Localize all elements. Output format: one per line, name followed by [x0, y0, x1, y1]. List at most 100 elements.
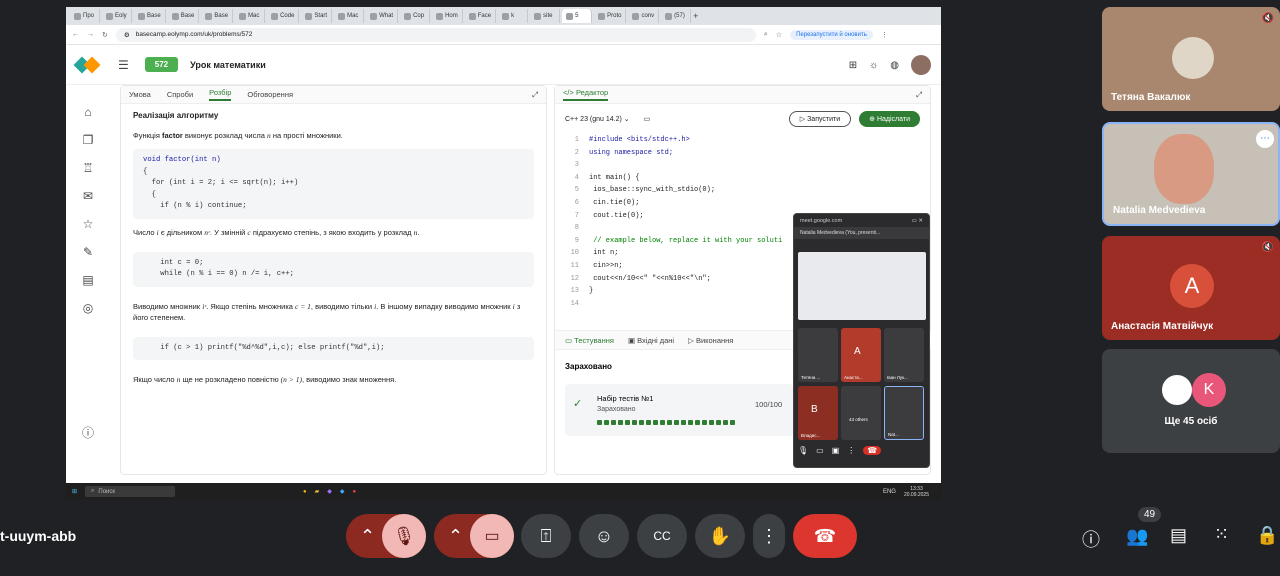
menu-icon[interactable]: ⋮ [881, 31, 888, 39]
hangup-icon[interactable]: ☎ [863, 446, 882, 455]
courses-icon[interactable]: ✉ [83, 189, 93, 203]
host-controls-icon[interactable]: 🔒 [1256, 525, 1278, 546]
browser-tab[interactable]: Hom [432, 9, 463, 23]
edit-icon[interactable]: ✎ [83, 245, 93, 259]
expand-icon[interactable]: ⤢ [916, 90, 922, 100]
problems-icon[interactable]: ❐ [83, 133, 94, 147]
tab-testing[interactable]: ▭ Тестування [565, 336, 614, 345]
expand-icon[interactable]: ⤢ [532, 90, 538, 100]
browser-tab[interactable]: Code [267, 9, 300, 23]
present-button[interactable]: ⍐ [521, 514, 571, 558]
forward-icon[interactable]: → [87, 31, 94, 38]
opera-icon[interactable]: ● [353, 489, 357, 495]
pip-controls-icon[interactable]: ▭ ✕ [912, 218, 923, 224]
chrome-icon[interactable]: ● [303, 489, 307, 495]
mic-icon[interactable]: 🎙 [798, 446, 808, 455]
browser-tab[interactable]: Proto [594, 9, 627, 23]
taskbar-search[interactable]: ⌕ Поиск [85, 486, 176, 497]
tab-editorial[interactable]: Розбір [209, 88, 232, 101]
vscode-icon[interactable]: ◆ [340, 488, 345, 495]
mic-options-chevron-icon[interactable]: ⌃ [360, 526, 375, 547]
trophy-icon[interactable]: ♖ [83, 161, 94, 175]
browser-tab[interactable]: Про [70, 9, 100, 23]
hamburger-icon[interactable]: ☰ [118, 58, 129, 72]
relaunch-button[interactable]: Перезапустити й оновить [790, 29, 873, 40]
submit-button[interactable]: ⊕ Надіслати [859, 111, 920, 127]
star-icon[interactable]: ☆ [83, 217, 94, 231]
participant-tile[interactable]: 🔇 Тетяна Вакалюк [1102, 7, 1280, 111]
tab-execution[interactable]: ▷ Виконання [688, 336, 733, 345]
browser-tab[interactable]: Base [134, 9, 166, 23]
pip-tile[interactable]: A Анаста... [841, 328, 881, 382]
more-icon[interactable]: ⋮ [847, 446, 855, 455]
browser-tab[interactable]: conv [628, 9, 660, 23]
captions-button[interactable]: CC [637, 514, 687, 558]
tab-discussion[interactable]: Обговорення [247, 90, 293, 99]
more-options-button[interactable]: ⋮ [753, 514, 785, 558]
folder-icon[interactable]: ▭ [644, 115, 651, 123]
emoji-button[interactable]: ☺ [579, 514, 629, 558]
bookmark-icon[interactable]: ☆ [776, 31, 782, 39]
clock[interactable]: 13:33 20.09.2025 [904, 486, 929, 498]
browser-tab[interactable]: Start [301, 9, 333, 23]
windows-icon[interactable]: ⊞ [72, 488, 77, 495]
more-icon[interactable]: ⋯ [1256, 130, 1274, 148]
tab-input[interactable]: ▣ Вхідні дані [628, 336, 674, 345]
eolymp-logo[interactable] [73, 52, 101, 78]
back-icon[interactable]: ← [72, 31, 79, 38]
vs-icon[interactable]: ◆ [327, 488, 332, 495]
apps-icon[interactable]: ⊞ [849, 60, 857, 71]
activities-icon[interactable]: ⁙ [1214, 524, 1229, 545]
browser-tab[interactable]: (57) [661, 9, 692, 23]
store-icon[interactable]: ▤ [82, 273, 93, 287]
browser-tab[interactable]: Base [201, 9, 234, 23]
camera-icon[interactable]: ▭ [816, 446, 824, 455]
camera-off-icon[interactable]: ▭ [470, 514, 514, 558]
compiler-select[interactable]: C++ 23 (gnu 14.2) ⌄ [565, 115, 630, 123]
pip-tile[interactable]: 43 others [841, 386, 881, 440]
language-icon[interactable]: ◍ [890, 60, 899, 71]
browser-tab[interactable]: What [366, 9, 399, 23]
gamepad-icon[interactable]: ◎ [83, 301, 93, 315]
browser-tab[interactable]: Cop [400, 9, 431, 23]
browser-tab-active[interactable]: 5 [562, 9, 593, 23]
camera-options-chevron-icon[interactable]: ⌃ [448, 526, 463, 547]
explorer-icon[interactable]: ▰ [315, 488, 320, 495]
participant-tile[interactable]: ⋯ Natalia Medvedieva [1102, 122, 1280, 226]
leave-call-button[interactable]: ☎ [793, 514, 857, 558]
zoom-icon[interactable]: ⌕ [764, 31, 768, 39]
pip-tile[interactable]: Nat... [884, 386, 924, 440]
mic-off-icon[interactable]: 🎙 [382, 514, 426, 558]
tab-attempts[interactable]: Спроби [167, 90, 193, 99]
browser-tab[interactable]: Face [465, 9, 497, 23]
participant-tile[interactable]: A 🔇 Анастасія Матвійчук [1102, 236, 1280, 340]
avatar[interactable] [911, 55, 931, 75]
browser-tab[interactable]: k [498, 9, 529, 23]
pip-tile[interactable]: Тетяна ... [798, 328, 838, 382]
browser-tab[interactable]: Mac [235, 9, 266, 23]
tab-editor[interactable]: </> Редактор [563, 88, 609, 101]
browser-tab[interactable]: Eoly [102, 9, 132, 23]
others-tile[interactable]: K Ще 45 осіб [1102, 349, 1280, 453]
tab-statement[interactable]: Умова [129, 90, 151, 99]
new-tab-icon[interactable]: + [693, 11, 698, 21]
home-icon[interactable]: ⌂ [84, 105, 91, 119]
pip-tile[interactable]: Іван Лук... [884, 328, 924, 382]
reload-icon[interactable]: ↻ [102, 31, 108, 39]
browser-tab[interactable]: Mac [334, 9, 365, 23]
pip-tile[interactable]: B Владис... [798, 386, 838, 440]
browser-tab[interactable]: site [530, 9, 561, 23]
browser-tab[interactable]: Base [168, 9, 200, 23]
url-field[interactable]: ⚙ basecamp.eolymp.com/uk/problems/572 [115, 27, 756, 42]
people-icon[interactable]: 👥 [1126, 526, 1148, 547]
lang-indicator[interactable]: ENG [883, 489, 896, 495]
info-icon[interactable]: ⓘ [1082, 526, 1100, 552]
chat-icon[interactable]: ▤ [1170, 525, 1187, 546]
info-icon[interactable]: ⓘ [82, 424, 94, 441]
test-card[interactable]: ✓ Набір тестів №1 Зараховано 100/100 [565, 384, 793, 436]
run-button[interactable]: ▷ Запустити [788, 111, 852, 127]
theme-icon[interactable]: ☼ [869, 60, 878, 71]
present-icon[interactable]: ▣ [832, 446, 840, 455]
raise-hand-button[interactable]: ✋ [695, 514, 745, 558]
site-info-icon[interactable]: ⚙ [124, 31, 130, 39]
